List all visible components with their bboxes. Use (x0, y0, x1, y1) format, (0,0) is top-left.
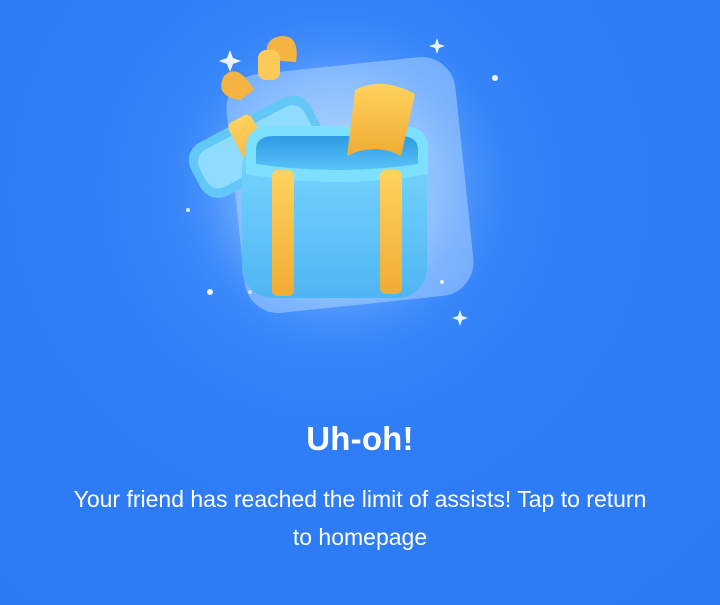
open-gift-box-icon (150, 20, 530, 360)
limit-reached-screen[interactable]: Uh-oh! Your friend has reached the limit… (0, 0, 720, 605)
dialog-title: Uh-oh! (306, 420, 414, 457)
dialog-message[interactable]: Your friend has reached the limit of ass… (70, 480, 650, 556)
